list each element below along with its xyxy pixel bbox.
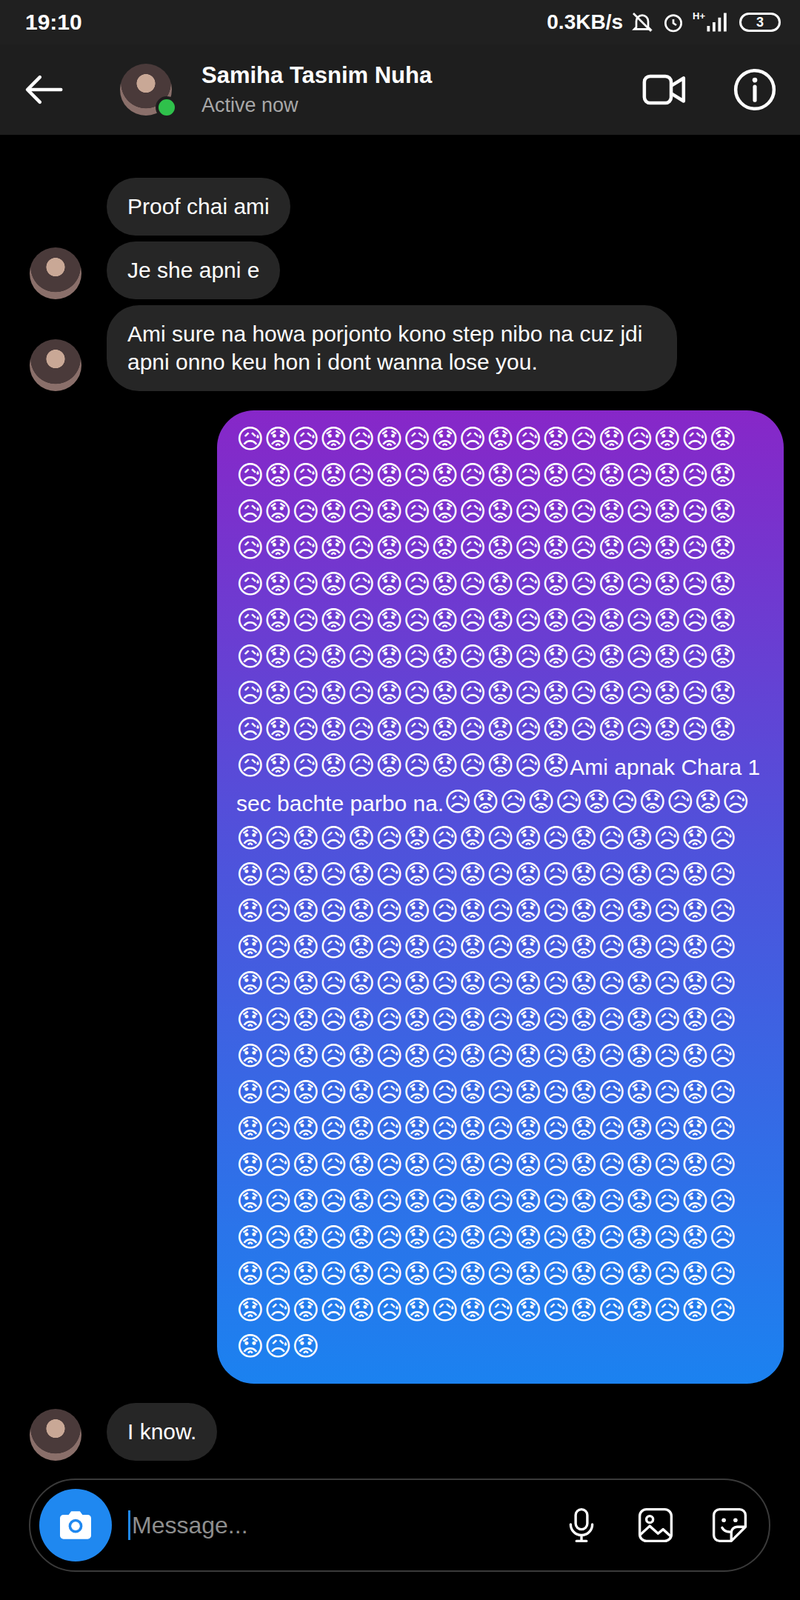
info-icon[interactable] [731, 66, 778, 113]
battery-level: 3 [756, 15, 764, 29]
message-bubble[interactable]: I know. [106, 1402, 218, 1461]
message-text: Ami sure na howa porjonto kono step nibo… [127, 321, 643, 375]
sender-avatar[interactable] [29, 247, 82, 300]
message-bubble[interactable]: 😥😟😥😟😥😟😥😟😥😟😥😟😥😟😥😟😥😟😥😟😥😟😥😟😥😟😥😟😥😟😥😟😥😟😥😟😥😟😥😟… [217, 410, 784, 1384]
message-row: Proof chai ami [29, 177, 784, 236]
contact-name: Samiha Tasnim Nuha [201, 61, 432, 90]
status-time: 19:10 [25, 9, 83, 35]
message-composer: Message... [28, 1478, 771, 1572]
message-list: Proof chai ami Je she apni e Ami sure na h… [0, 134, 800, 1469]
message-row: I know. [29, 1402, 784, 1461]
message-bubble[interactable]: Proof chai ami [106, 177, 291, 236]
status-icons: 0.3KB/s H+ 3 [546, 10, 781, 35]
gallery-icon[interactable] [635, 1505, 676, 1546]
message-row: Ami sure na howa porjonto kono step nibo… [29, 305, 784, 392]
contact-status: Active now [201, 92, 432, 118]
contact-info[interactable]: Samiha Tasnim NuhaActive now [201, 61, 432, 118]
online-dot [155, 96, 178, 119]
microphone-icon[interactable] [561, 1505, 602, 1546]
sender-avatar[interactable] [29, 1408, 82, 1461]
signal: H+ [692, 11, 728, 34]
alarm-icon [661, 10, 686, 35]
avatar-slot [29, 339, 82, 392]
input-placeholder: Message... [131, 1511, 249, 1540]
camera-icon [54, 1504, 97, 1546]
message-text: I know. [127, 1419, 197, 1444]
message-text: Proof chai ami [127, 194, 270, 219]
avatar-slot [29, 1408, 82, 1461]
message-row: 😥😟😥😟😥😟😥😟😥😟😥😟😥😟😥😟😥😟😥😟😥😟😥😟😥😟😥😟😥😟😥😟😥😟😥😟😥😟😥😟… [29, 410, 784, 1384]
composer-area: Message... [0, 1468, 800, 1600]
sender-avatar[interactable] [29, 339, 82, 392]
message-row: Je she apni e [29, 241, 784, 300]
sticker-icon[interactable] [709, 1505, 750, 1546]
message-text: 😥😟😥😟😥😟😥😟😥😟😥😟😥😟😥😟😥😟😥😟😥😟😥😟😥😟😥😟😥😟😥😟😥😟😥😟😥😟😥😟… [236, 786, 750, 1362]
network-type: H+ [692, 11, 706, 22]
camera-button[interactable] [39, 1488, 112, 1562]
message-bubble[interactable]: Je she apni e [106, 241, 280, 300]
text-caret [128, 1510, 131, 1540]
message-input[interactable]: Message... [128, 1510, 528, 1540]
profile-avatar[interactable] [120, 63, 172, 116]
back-arrow-icon[interactable] [20, 66, 67, 113]
network-speed: 0.3KB/s [546, 10, 623, 35]
mute-bell-icon [630, 10, 655, 35]
signal-icon [705, 11, 728, 34]
message-text: Je she apni e [127, 257, 260, 283]
status-bar: 19:10 0.3KB/s H+ 3 [0, 0, 800, 45]
video-call-icon[interactable] [641, 66, 688, 113]
screen: 19:10 0.3KB/s H+ 3 Samiha Tasnim NuhaActive … [0, 0, 800, 1600]
message-bubble[interactable]: Ami sure na howa porjonto kono step nibo… [106, 305, 678, 392]
chat-header: Samiha Tasnim NuhaActive now [0, 44, 800, 135]
message-text: 😥😟😥😟😥😟😥😟😥😟😥😟😥😟😥😟😥😟😥😟😥😟😥😟😥😟😥😟😥😟😥😟😥😟😥😟😥😟😥😟… [236, 423, 738, 781]
battery-icon: 3 [739, 12, 781, 32]
avatar-slot [29, 247, 82, 300]
